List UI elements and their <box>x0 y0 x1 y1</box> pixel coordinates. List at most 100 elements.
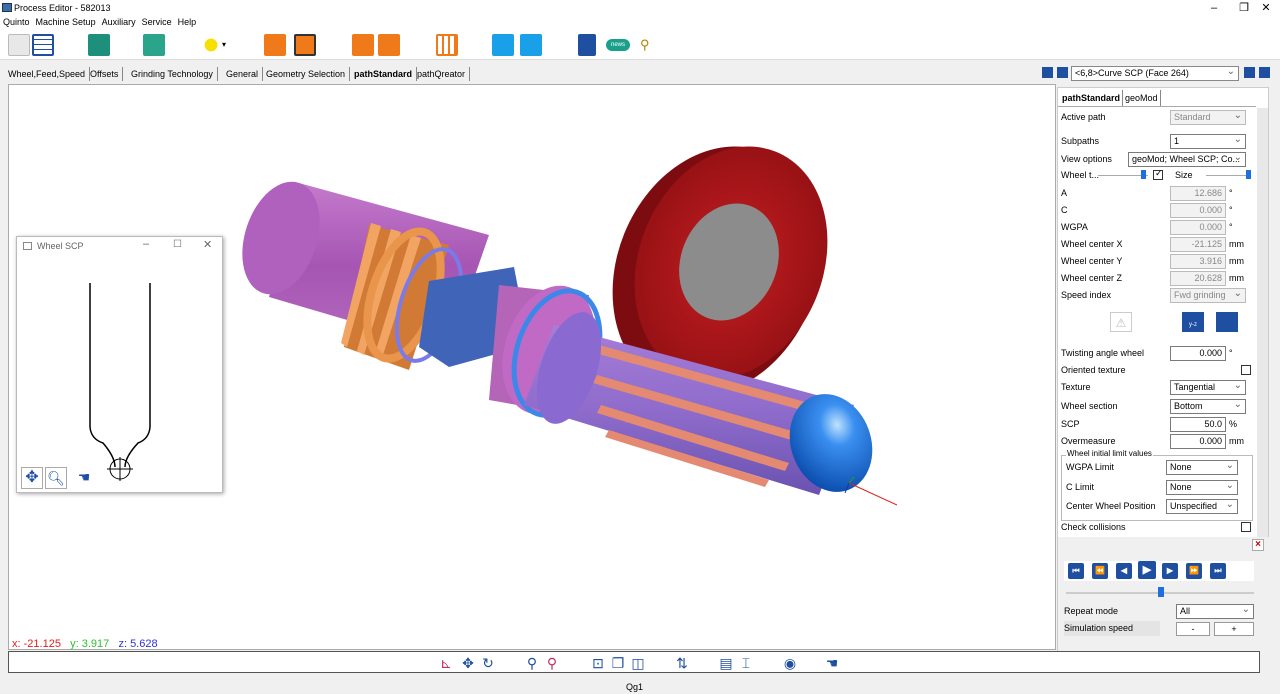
path-icon[interactable] <box>520 34 542 56</box>
machine-icon[interactable] <box>143 34 165 56</box>
save-icon[interactable] <box>8 34 30 56</box>
wheel-scp-window[interactable]: Wheel SCP – ☐ ✕ ✥ 🔍︎ ☚ <box>16 236 223 493</box>
first-face-icon[interactable] <box>1042 67 1053 78</box>
view-options-select[interactable]: geoMod; Wheel SCP; Co... <box>1128 152 1246 167</box>
coolant-icon[interactable] <box>352 34 374 56</box>
first-step-icon[interactable]: ⏮ <box>1068 563 1084 579</box>
vibration-icon[interactable] <box>378 34 400 56</box>
overmeasure-field[interactable]: 0.000 <box>1170 434 1226 449</box>
book-icon[interactable] <box>578 34 596 56</box>
tab-grinding-technology[interactable]: Grinding Technology <box>127 67 218 81</box>
pin-icon[interactable]: ⚲ <box>640 34 654 56</box>
twisting-angle-field[interactable]: 0.000 <box>1170 346 1226 361</box>
rewind-icon[interactable]: ⏪ <box>1092 563 1108 579</box>
dropdown-arrow-icon[interactable]: ▾ <box>222 34 232 56</box>
sim-close-button[interactable]: × <box>1252 539 1264 551</box>
wheel-visible-checkbox[interactable]: ✓ <box>1153 168 1163 180</box>
view-yz-icon[interactable]: y-z <box>1182 312 1204 332</box>
app-icon <box>2 3 12 12</box>
fast-forward-icon[interactable]: ⏩ <box>1186 563 1202 579</box>
texture-select[interactable]: Tangential <box>1170 379 1246 395</box>
menu-help[interactable]: Help <box>175 16 200 29</box>
target-icon[interactable] <box>492 34 514 56</box>
tab-pathstandard[interactable]: pathStandard <box>350 67 418 81</box>
wheel-center-y-field: 3.916 <box>1170 254 1226 269</box>
speed-minus-button[interactable]: - <box>1176 622 1210 636</box>
tab-wheel-feed-speed[interactable]: Wheel,Feed,Speed <box>4 67 91 81</box>
zoom-view-icon[interactable]: ⚲ <box>523 654 541 672</box>
view-options-label: View options <box>1061 154 1112 164</box>
measure-icon[interactable]: ▤ <box>717 654 735 672</box>
dressing-icon[interactable] <box>294 34 316 56</box>
face-selector[interactable]: <6,8>Curve SCP (Face 264) <box>1071 65 1239 81</box>
axes-icon[interactable]: ⊾ <box>437 654 455 672</box>
c-limit-select[interactable]: None <box>1166 479 1238 495</box>
step-back-icon[interactable]: ◀ <box>1116 563 1132 579</box>
next-face-icon[interactable] <box>1244 67 1255 78</box>
grid-icon[interactable] <box>436 34 458 56</box>
oriented-texture-checkbox[interactable] <box>1241 365 1251 375</box>
close-button[interactable]: ✕ <box>1248 0 1280 16</box>
view-side-icon[interactable]: ◫ <box>629 654 647 672</box>
warning-icon[interactable]: ⚠ <box>1110 312 1132 332</box>
tab-offsets[interactable]: Offsets <box>86 67 124 81</box>
tab-geometry-selection[interactable]: Geometry Selection <box>262 67 351 81</box>
thermometer-icon[interactable]: ⌶ <box>737 654 755 672</box>
tab-pathqreator[interactable]: pathQreator <box>413 67 471 81</box>
menu-service[interactable]: Service <box>139 16 175 29</box>
zoom-icon[interactable]: 🔍︎ <box>45 467 67 489</box>
swap-icon[interactable]: ⇅ <box>673 654 691 672</box>
play-icon[interactable]: ▶ <box>1138 561 1156 579</box>
menu-machine-setup[interactable]: Machine Setup <box>33 16 99 29</box>
repeat-mode-select[interactable]: All <box>1176 603 1254 619</box>
subpaths-select[interactable]: 1 <box>1170 133 1246 149</box>
scp-minimize-icon[interactable]: – <box>143 238 149 250</box>
center-wheel-position-select[interactable]: Unspecified <box>1166 498 1238 514</box>
prev-face-icon[interactable] <box>1057 67 1068 78</box>
animation-icon[interactable]: ◉ <box>781 654 799 672</box>
pan-icon[interactable]: ✥ <box>21 467 43 489</box>
tab-panel-pathstandard[interactable]: pathStandard <box>1060 90 1124 106</box>
x-value: -21.125 <box>23 638 61 650</box>
panel-scrollbar[interactable] <box>1257 108 1268 538</box>
tab-general[interactable]: General <box>222 67 264 81</box>
wheel-section-select[interactable]: Bottom <box>1170 398 1246 414</box>
limit-values-title: Wheel initial limit values <box>1066 449 1153 458</box>
active-path-label: Active path <box>1061 112 1106 122</box>
scp-close-icon[interactable]: ✕ <box>203 238 212 251</box>
twisting-angle-label: Twisting angle wheel <box>1061 348 1145 358</box>
scp-field[interactable]: 50.0 <box>1170 417 1226 432</box>
check-collisions-checkbox[interactable] <box>1241 522 1251 532</box>
news-icon[interactable]: news <box>606 39 630 51</box>
table-icon[interactable] <box>32 34 54 56</box>
last-step-icon[interactable]: ⏭ <box>1210 563 1226 579</box>
transparency-slider-thumb[interactable] <box>1141 170 1146 179</box>
wheel-pack-icon[interactable] <box>264 34 286 56</box>
rotate-view-icon[interactable]: ↻ <box>479 654 497 672</box>
grinding-setup-icon[interactable] <box>88 34 110 56</box>
view-front-icon[interactable]: ⊡ <box>589 654 607 672</box>
menu-auxiliary[interactable]: Auxiliary <box>99 16 139 29</box>
select-hand-icon[interactable]: ☚ <box>823 654 841 672</box>
menu-quinto[interactable]: Quinto <box>0 16 33 29</box>
step-forward-icon[interactable]: ▶ <box>1162 563 1178 579</box>
sim-progress-thumb[interactable] <box>1158 587 1164 597</box>
check-collisions-label: Check collisions <box>1061 522 1126 532</box>
scp-maximize-icon[interactable]: ☐ <box>173 239 182 250</box>
wgpa-limit-select[interactable]: None <box>1166 459 1238 475</box>
tab-panel-geomod[interactable]: geoMod <box>1123 90 1161 106</box>
zoom-fit-icon[interactable]: ⚲ <box>543 654 561 672</box>
last-face-icon[interactable] <box>1259 67 1270 78</box>
size-slider-thumb[interactable] <box>1246 170 1251 179</box>
view-iso-icon[interactable]: ❐ <box>609 654 627 672</box>
hand-icon[interactable]: ☚ <box>73 467 95 489</box>
speed-plus-button[interactable]: + <box>1214 622 1254 636</box>
size-slider-track[interactable] <box>1206 175 1246 176</box>
active-path-select[interactable]: Standard <box>1170 109 1246 125</box>
view-xy-icon[interactable] <box>1216 312 1238 332</box>
wheel-icon[interactable] <box>200 34 222 56</box>
simulation-area: × ⏮ ⏪ ◀ ▶ ▶ ⏩ ⏭ Repeat mode All Simulati… <box>1058 537 1270 652</box>
view-toolbar: ⊾ ✥ ↻ ⚲ ⚲ ⊡ ❐ ◫ ⇅ ▤ ⌶ ◉ ☚ <box>8 651 1260 673</box>
pan-view-icon[interactable]: ✥ <box>459 654 477 672</box>
center-wheel-position-label: Center Wheel Position <box>1066 501 1156 511</box>
